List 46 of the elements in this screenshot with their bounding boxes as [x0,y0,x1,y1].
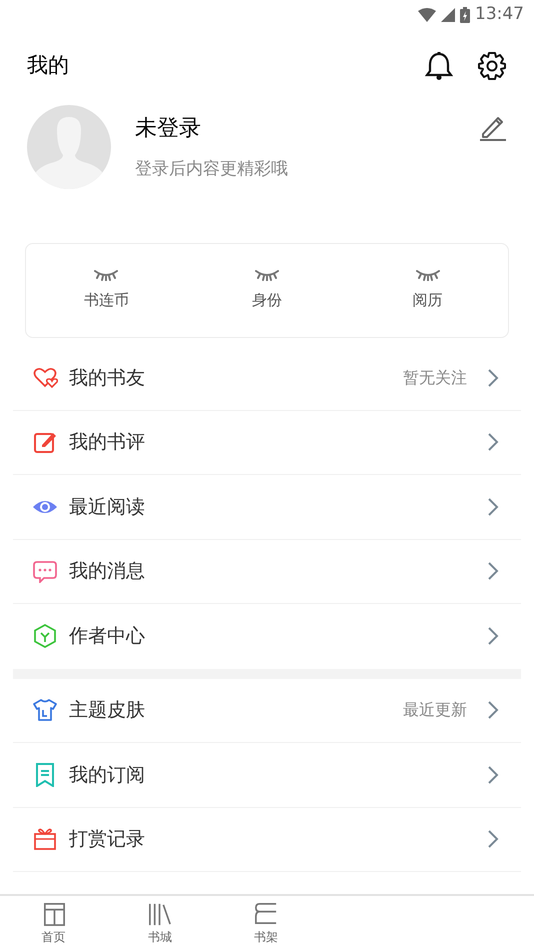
menu-label: 主题皮肤 [69,698,146,723]
menu-item[interactable]: 作者中心 [13,604,521,668]
pencil-icon[interactable] [479,114,507,142]
menu-label: 我的书友 [69,366,146,390]
chevron-icon [487,700,499,720]
menu-item[interactable]: 主题皮肤 最近更新 [13,678,521,743]
menu-label: 最近阅读 [69,494,146,520]
menu-label: 我的书评 [69,430,146,455]
closed-eye-icon [254,269,279,282]
stat-label[interactable]: 身份 [252,289,282,312]
stat-label[interactable]: 书连币 [84,289,129,312]
chevron-icon [487,561,499,582]
menu-item[interactable]: 我的消息 [13,540,521,604]
page-title: 我的 [27,52,70,80]
menu-item[interactable]: 我的书评 [13,410,521,475]
chevron-icon [487,496,499,517]
menu-item[interactable]: 最近阅读 [13,475,521,540]
chevron-icon [487,829,499,850]
chevron-icon [487,368,499,388]
nav-tab[interactable]: 书城 [107,896,213,950]
settings-icon[interactable] [477,51,507,81]
login-hint: 登录后内容更精彩哦 [135,158,289,181]
username[interactable]: 未登录 [135,112,479,145]
menu-item[interactable]: 打赏记录 [13,808,521,872]
chevron-icon [487,626,499,646]
nav-tab[interactable]: 首页 [0,896,107,950]
nav-tab[interactable]: 书架 [213,896,319,950]
status-time: 13:47 [475,3,524,26]
menu-item[interactable]: 我的书友 暂无关注 [13,346,521,410]
chevron-icon [487,764,499,785]
wifi-icon [418,8,436,22]
closed-eye-icon [94,269,118,282]
nav-icon [253,900,279,926]
chevron-icon [487,432,499,452]
bell-icon[interactable] [425,51,453,81]
stat-label[interactable]: 阅历 [412,289,443,312]
menu-item[interactable]: 我的订阅 [13,743,521,808]
closed-eye-icon [416,269,440,282]
menu-label: 我的消息 [69,559,146,584]
menu-label: 我的订阅 [69,762,146,788]
menu-detail: 最近更新 [403,699,467,722]
menu-label: 打赏记录 [69,827,146,852]
menu-label: 作者中心 [69,624,146,649]
battery-icon [460,7,470,23]
menu-detail: 暂无关注 [403,366,467,389]
signal-icon [441,8,455,22]
